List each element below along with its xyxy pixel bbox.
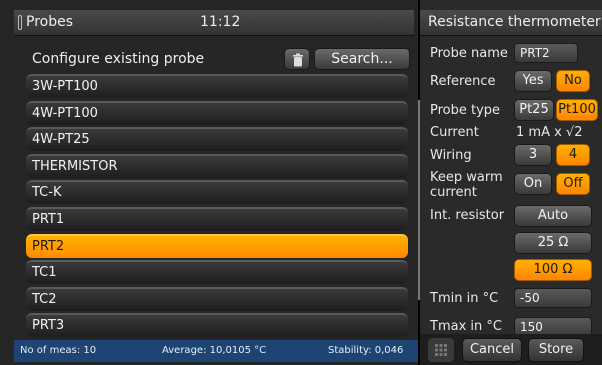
probe-type-pt25-button[interactable]: Pt25 [514, 99, 554, 121]
resistor-25-button[interactable]: 25 Ω [514, 232, 592, 254]
keep-warm-label: Keep warm current [430, 170, 503, 200]
probe-list-item[interactable]: TC2 [26, 286, 408, 311]
probe-list-item[interactable]: PRT1 [26, 206, 408, 231]
tmax-field[interactable]: 150 [514, 317, 592, 334]
keep-warm-on-button[interactable]: On [514, 173, 552, 195]
clock: 11:12 [200, 14, 241, 30]
keep-warm-off-button[interactable]: Off [556, 173, 590, 195]
tmin-label: Tmin in °C [430, 291, 499, 306]
delete-button[interactable] [284, 48, 310, 70]
probe-list: 3W-PT100 4W-PT100 4W-PT25 THERMISTOR TC-K PRT… [26, 74, 408, 340]
wiring-label: Wiring [430, 148, 472, 163]
trash-icon [293, 53, 303, 67]
thermometer-probe-icon [18, 15, 22, 30]
probe-list-item[interactable]: TC-K [26, 180, 408, 205]
store-button[interactable]: Store [528, 338, 584, 362]
reference-no-button[interactable]: No [556, 70, 590, 92]
tmax-row-clip: Tmax in °C 150 [420, 312, 602, 334]
current-label: Current [430, 125, 479, 140]
int-resistor-label: Int. resistor [430, 208, 505, 223]
meas-count: No of meas: 10 [20, 345, 97, 356]
action-bar: Cancel Store [420, 334, 602, 365]
reference-yes-button[interactable]: Yes [514, 70, 552, 92]
tmin-field[interactable]: -50 [514, 288, 592, 308]
tmax-label: Tmax in °C [430, 319, 502, 334]
probe-list-panel: Probes 11:12 Configure existing probe Se… [0, 0, 418, 365]
probe-list-item[interactable]: PRT2 [26, 233, 408, 258]
grid-menu-button[interactable] [428, 338, 454, 362]
search-button[interactable]: Search... [314, 48, 410, 70]
probe-list-item[interactable]: 4W-PT100 [26, 100, 408, 125]
detail-title-bar: Resistance thermometer [420, 10, 602, 36]
probe-name-field[interactable]: PRT2 [514, 43, 578, 63]
list-header: Configure existing probe Search... [24, 46, 410, 74]
keep-warm-label-line2: current [430, 185, 477, 200]
stability-reading: Stability: 0,046 [328, 345, 404, 356]
grid-icon [435, 344, 447, 356]
wiring-3-button[interactable]: 3 [514, 144, 552, 166]
page-title: Probes [26, 14, 74, 30]
probe-list-item[interactable]: THERMISTOR [26, 153, 408, 178]
title-bar: Probes 11:12 [14, 10, 414, 36]
status-bar: No of meas: 10 Average: 10,0105 °C Stabi… [14, 340, 418, 362]
probe-type-label: Probe type [430, 103, 501, 118]
probe-name-label: Probe name [430, 46, 508, 61]
probe-list-item[interactable]: 3W-PT100 [26, 74, 408, 98]
probe-list-item[interactable]: TC1 [26, 260, 408, 285]
probe-list-item[interactable]: 4W-PT25 [26, 127, 408, 152]
detail-title: Resistance thermometer [428, 14, 601, 30]
resistor-auto-button[interactable]: Auto [514, 205, 592, 227]
probe-detail-panel: Resistance thermometer Probe name PRT2 R… [420, 0, 602, 365]
probe-list-item[interactable]: PRT3 [26, 313, 408, 338]
average-reading: Average: 10,0105 °C [162, 345, 267, 356]
cancel-button[interactable]: Cancel [462, 338, 522, 362]
keep-warm-label-line1: Keep warm [430, 170, 503, 185]
wiring-4-button[interactable]: 4 [556, 144, 590, 166]
resistor-100-button[interactable]: 100 Ω [514, 259, 592, 281]
probe-type-pt100-button[interactable]: Pt100 [556, 99, 598, 121]
current-value: 1 mA x √2 [516, 125, 583, 140]
list-heading: Configure existing probe [32, 51, 205, 67]
reference-label: Reference [430, 74, 496, 89]
